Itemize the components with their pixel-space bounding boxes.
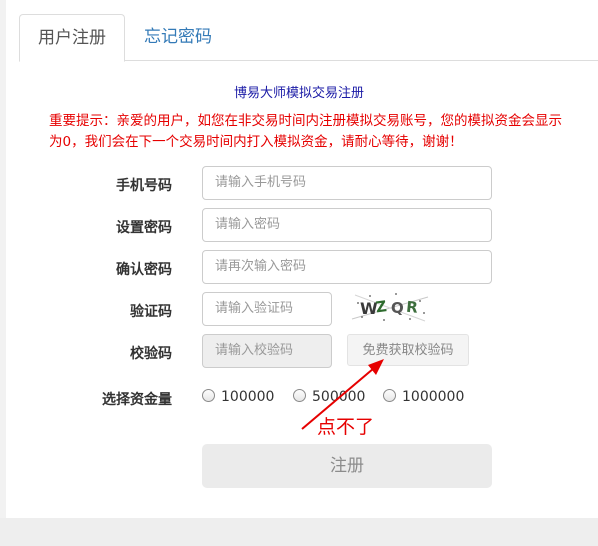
tab-register[interactable]: 用户注册 bbox=[19, 14, 125, 62]
radio-button[interactable] bbox=[202, 389, 215, 402]
password-label: 设置密码 bbox=[116, 220, 172, 236]
svg-text:R: R bbox=[405, 298, 419, 317]
phone-label: 手机号码 bbox=[116, 178, 172, 194]
captcha-image[interactable]: W Z Q R bbox=[350, 289, 430, 325]
important-notice: 重要提示：亲爱的用户，如您在非交易时间内注册模拟交易账号，您的模拟资金会显示为0… bbox=[49, 113, 562, 150]
fund-option-1000000[interactable]: 1000000 bbox=[383, 386, 464, 408]
password-input[interactable]: 请输入密码 bbox=[202, 208, 492, 242]
confirm-password-label: 确认密码 bbox=[116, 262, 172, 278]
svg-text:Q: Q bbox=[391, 299, 404, 317]
captcha-input[interactable]: 请输入验证码 bbox=[202, 292, 332, 326]
fund-option-100000[interactable]: 100000 bbox=[202, 386, 274, 408]
tab-forgot-password[interactable]: 忘记密码 bbox=[125, 14, 231, 60]
verify-code-label: 校验码 bbox=[130, 346, 172, 362]
phone-input[interactable]: 请输入手机号码 bbox=[202, 166, 492, 200]
fund-option-label: 1000000 bbox=[402, 389, 465, 405]
annotation-text: 点不了 bbox=[317, 416, 375, 438]
register-submit-button[interactable]: 注册 bbox=[202, 444, 492, 488]
confirm-password-input[interactable]: 请再次输入密码 bbox=[202, 250, 492, 284]
fund-amount-label: 选择资金量 bbox=[102, 392, 172, 408]
form-title: 博易大师模拟交易注册 bbox=[233, 86, 364, 101]
bottom-gutter bbox=[0, 518, 598, 546]
tab-bar: 用户注册 忘记密码 bbox=[19, 14, 598, 62]
fund-option-label: 100000 bbox=[221, 389, 275, 405]
captcha-label: 验证码 bbox=[130, 304, 172, 320]
